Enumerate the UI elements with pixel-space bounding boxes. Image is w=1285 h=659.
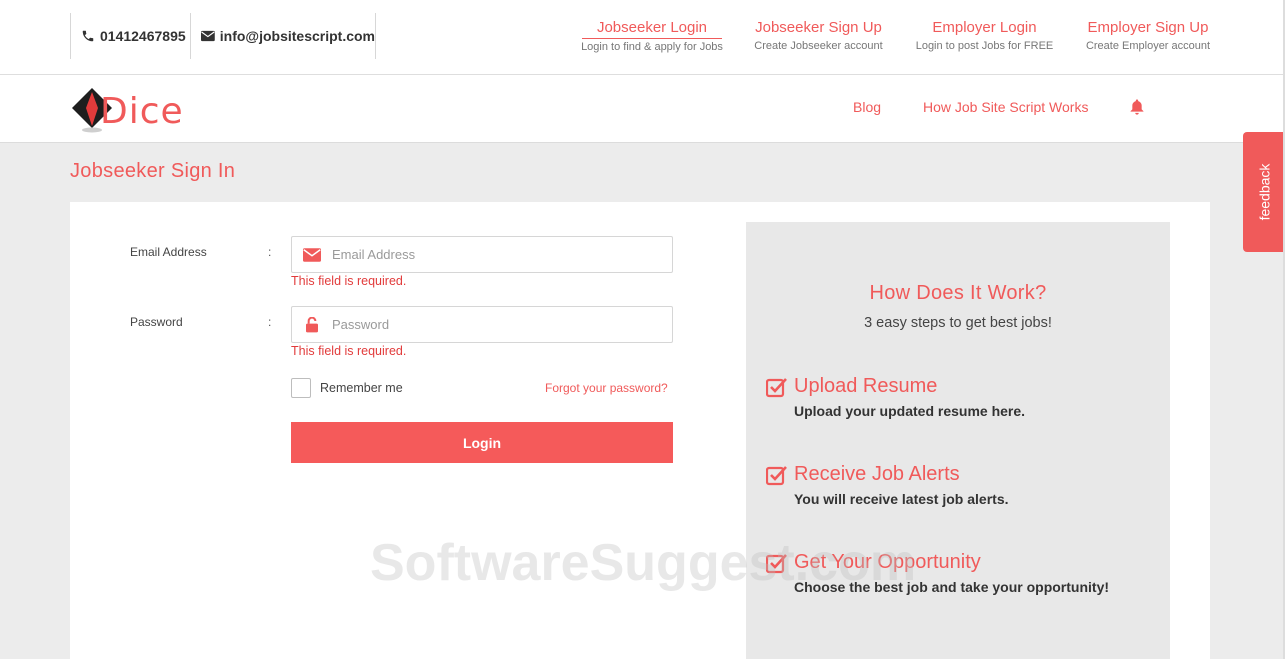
jobseeker-signup-title: Jobseeker Sign Up xyxy=(755,19,882,36)
forgot-password-link[interactable]: Forgot your password? xyxy=(545,381,668,395)
step-description: Upload your updated resume here. xyxy=(794,403,1026,419)
phone-contact[interactable]: 01412467895 xyxy=(70,13,190,59)
nav-blog-link[interactable]: Blog xyxy=(853,99,881,115)
password-field[interactable] xyxy=(291,306,673,343)
employer-signup-subtitle: Create Employer account xyxy=(1085,40,1211,52)
jobseeker-login-link[interactable]: Jobseeker Login Login to find & apply fo… xyxy=(577,18,727,53)
envelope-icon xyxy=(201,30,215,42)
unlock-icon xyxy=(306,316,318,332)
bell-icon xyxy=(1130,99,1144,115)
employer-signup-link[interactable]: Employer Sign Up Create Employer account xyxy=(1082,18,1214,52)
feedback-tab[interactable]: feedback xyxy=(1243,132,1285,252)
email-input[interactable] xyxy=(332,237,672,272)
password-colon: : xyxy=(268,315,272,329)
feedback-label: feedback xyxy=(1256,163,1273,221)
jobseeker-login-subtitle: Login to find & apply for Jobs xyxy=(581,41,723,53)
email-field[interactable] xyxy=(291,236,673,273)
phone-icon xyxy=(82,30,94,42)
step-title: Get Your Opportunity xyxy=(794,551,981,573)
remember-me[interactable]: Remember me xyxy=(291,378,403,398)
employer-login-link[interactable]: Employer Login Login to post Jobs for FR… xyxy=(912,18,1057,52)
password-label: Password xyxy=(130,315,183,329)
password-error: This field is required. xyxy=(291,344,407,358)
step-description: Choose the best job and take your opport… xyxy=(794,579,1110,595)
how-it-works-panel: How Does It Work? 3 easy steps to get be… xyxy=(746,222,1170,659)
how-subtitle: 3 easy steps to get best jobs! xyxy=(864,315,1052,331)
notification-bell[interactable] xyxy=(1130,99,1144,120)
check-square-icon xyxy=(766,378,787,398)
email-error: This field is required. xyxy=(291,274,407,288)
site-logo[interactable]: Dice xyxy=(70,86,183,134)
logo-text: Dice xyxy=(100,91,184,132)
email-contact[interactable]: info@jobsitescript.com xyxy=(190,13,376,59)
nav-how-it-works-link[interactable]: How Job Site Script Works xyxy=(923,99,1088,115)
step-title: Upload Resume xyxy=(794,375,938,397)
step-description: You will receive latest job alerts. xyxy=(794,491,1009,507)
email-colon: : xyxy=(268,245,272,259)
phone-number: 01412467895 xyxy=(100,28,186,44)
email-label: Email Address xyxy=(130,245,207,259)
employer-signup-title: Employer Sign Up xyxy=(1087,19,1209,36)
check-square-icon xyxy=(766,554,787,574)
check-square-icon xyxy=(766,466,787,486)
jobseeker-signup-link[interactable]: Jobseeker Sign Up Create Jobseeker accou… xyxy=(750,18,887,52)
remember-checkbox[interactable] xyxy=(291,378,311,398)
employer-login-subtitle: Login to post Jobs for FREE xyxy=(915,40,1054,52)
employer-login-title: Employer Login xyxy=(932,19,1037,36)
remember-label: Remember me xyxy=(320,381,403,395)
email-address: info@jobsitescript.com xyxy=(219,28,375,44)
password-input[interactable] xyxy=(332,307,672,342)
jobseeker-login-title: Jobseeker Login xyxy=(582,18,722,39)
step-title: Receive Job Alerts xyxy=(794,463,960,485)
jobseeker-signup-subtitle: Create Jobseeker account xyxy=(754,40,883,52)
page-title: Jobseeker Sign In xyxy=(70,160,236,182)
login-button[interactable]: Login xyxy=(291,422,673,463)
main-navbar: Dice Blog How Job Site Script Works xyxy=(0,75,1285,143)
top-bar: 01412467895 info@jobsitescript.com Jobse… xyxy=(0,0,1285,75)
envelope-icon xyxy=(303,247,321,262)
how-title: How Does It Work? xyxy=(869,282,1047,304)
